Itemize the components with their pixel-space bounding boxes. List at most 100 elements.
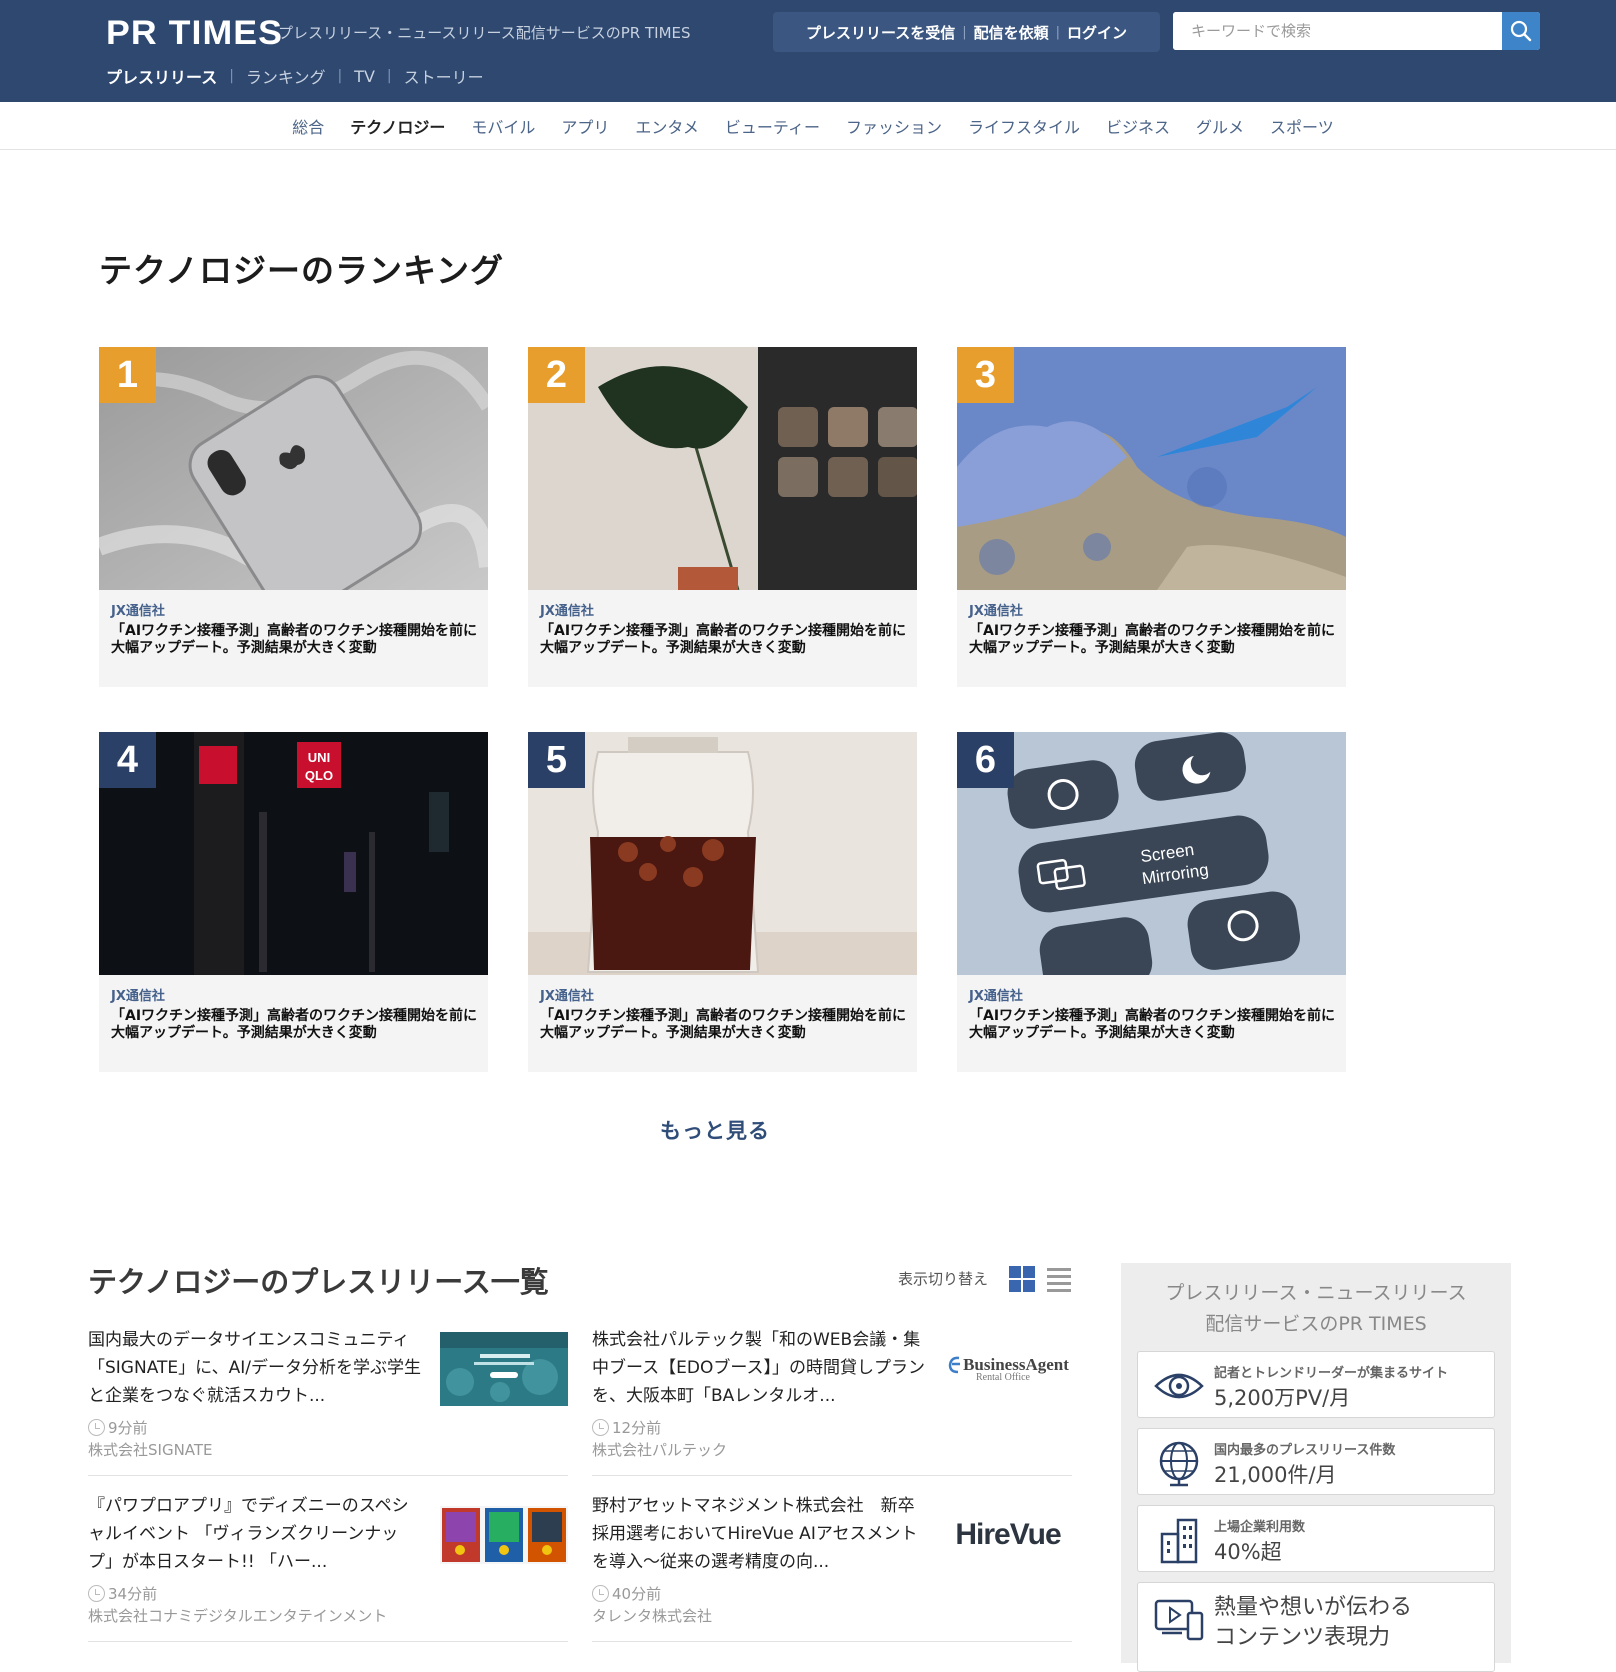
release-thumbnail[interactable]: BusinessAgent Rental Office: [944, 1332, 1072, 1406]
category-tab[interactable]: モバイル: [471, 114, 535, 138]
grid-view-icon[interactable]: [1008, 1265, 1036, 1293]
card-company[interactable]: JX通信社: [540, 985, 594, 1004]
release-thumbnail[interactable]: [440, 1498, 568, 1572]
release-company[interactable]: 株式会社コナミデジタルエンタテインメント: [88, 1605, 387, 1626]
card-title[interactable]: 「AIワクチン接種予測」高齢者のワクチン接種開始を前に大幅アップデート。予測結果…: [111, 623, 483, 657]
release-company[interactable]: タレンタ株式会社: [592, 1605, 712, 1626]
stat-label: 国内最多のプレスリリース件数: [1214, 1443, 1396, 1458]
ranking-card[interactable]: 1 JX通信社 「AIワクチン接種予測」高齢者のワクチン接種開始を前に大幅アップ…: [99, 347, 488, 687]
clock-icon: [88, 1419, 105, 1436]
stat-label: 上場企業利用数: [1214, 1520, 1306, 1535]
subnav-story[interactable]: ストーリー: [392, 64, 496, 88]
card-thumbnail: [528, 732, 917, 975]
release-title[interactable]: 『パワプロアプリ』でディズニーのスペシャルイベント 「ヴィランズクリーンナップ」…: [88, 1492, 423, 1576]
rank-badge: 4: [99, 732, 156, 788]
ranking-card[interactable]: 2 JX通信社 「AIワクチン接種予測」高齢者のワクチン接種開始を前に大幅アップ…: [528, 347, 917, 687]
category-nav: 総合 テクノロジー モバイル アプリ エンタメ ビューティー ファッション ライフスタイル ビジ…: [0, 102, 1616, 150]
card-title[interactable]: 「AIワクチン接種予測」高齢者のワクチン接種開始を前に大幅アップデート。予測結果…: [969, 623, 1341, 657]
release-title[interactable]: 野村アセットマネジメント株式会社 新卒採用選考においてHireVue AIアセス…: [592, 1492, 927, 1576]
release-item[interactable]: 国内最大のデータサイエンスコミュニティ「SIGNATE」に、AI/データ分析を学…: [88, 1326, 568, 1476]
rank-badge: 5: [528, 732, 585, 788]
card-title[interactable]: 「AIワクチン接種予測」高齢者のワクチン接種開始を前に大幅アップデート。予測結果…: [540, 623, 912, 657]
category-tab[interactable]: ビジネス: [1106, 114, 1170, 138]
sidebar-promo: プレスリリース・ニュースリリース 配信サービスのPR TIMES 記者とトレンド…: [1121, 1263, 1511, 1672]
stat-card[interactable]: 国内最多のプレスリリース件数 21,000件/月: [1137, 1428, 1495, 1495]
stat-value: 21,000件/月: [1214, 1463, 1337, 1487]
release-item[interactable]: 『パワプロアプリ』でディズニーのスペシャルイベント 「ヴィランズクリーンナップ」…: [88, 1492, 568, 1642]
stat-card[interactable]: 熱量や想いが伝わる コンテンツ表現力: [1137, 1582, 1495, 1672]
ranking-card[interactable]: 3 JX通信社 「AIワクチン接種予測」高齢者のワクチン接種開始を前に大幅アップ…: [957, 347, 1346, 687]
release-time: 9分前: [88, 1417, 148, 1438]
stat-card[interactable]: 上場企業利用数 40%超: [1137, 1505, 1495, 1572]
release-time: 34分前: [88, 1583, 157, 1604]
logo[interactable]: PR TIMES: [106, 14, 283, 53]
subnav-press-release[interactable]: プレスリリース: [106, 64, 229, 88]
card-company[interactable]: JX通信社: [969, 600, 1023, 619]
release-time-text: 9分前: [108, 1419, 148, 1437]
card-company[interactable]: JX通信社: [540, 600, 594, 619]
ranking-title: テクノロジーのランキング: [99, 251, 505, 290]
release-item[interactable]: 野村アセットマネジメント株式会社 新卒採用選考においてHireVue AIアセス…: [592, 1492, 1072, 1642]
sidebar-heading: プレスリリース・ニュースリリース 配信サービスのPR TIMES: [1121, 1278, 1511, 1340]
svg-text:UNI: UNI: [308, 750, 330, 765]
globe-icon: [1159, 1441, 1199, 1487]
release-title[interactable]: 国内最大のデータサイエンスコミュニティ「SIGNATE」に、AI/データ分析を学…: [88, 1326, 423, 1410]
clock-icon: [592, 1419, 609, 1436]
card-title[interactable]: 「AIワクチン接種予測」高齢者のワクチン接種開始を前に大幅アップデート。予測結果…: [969, 1008, 1341, 1042]
card-title[interactable]: 「AIワクチン接種予測」高齢者のワクチン接種開始を前に大幅アップデート。予測結果…: [111, 1008, 483, 1042]
release-thumbnail[interactable]: HireVue: [944, 1498, 1072, 1572]
more-link[interactable]: もっと見る: [0, 1115, 1430, 1145]
release-thumbnail[interactable]: [440, 1332, 568, 1406]
card-company[interactable]: JX通信社: [111, 600, 165, 619]
subnav-tv[interactable]: TV: [342, 67, 387, 86]
ranking-card[interactable]: UNI QLO 4 JX通信社 「AIワクチン接種予測」高齢者のワクチン接種開始…: [99, 732, 488, 1072]
category-tab[interactable]: エンタメ: [635, 114, 699, 138]
ranking-card[interactable]: Screen Mirroring 6 JX通信社 「AIワクチン接種予測」高齢者…: [957, 732, 1346, 1072]
release-title[interactable]: 株式会社パルテック製「和のWEB会議・集中ブース【EDOブース】」の時間貸しプラ…: [592, 1326, 927, 1410]
card-thumbnail: [528, 347, 917, 590]
search-icon: [1510, 20, 1532, 42]
release-list-title: テクノロジーのプレスリリース一覧: [88, 1265, 549, 1299]
card-thumbnail: UNI QLO: [99, 732, 488, 975]
release-time: 12分前: [592, 1417, 661, 1438]
card-company[interactable]: JX通信社: [111, 985, 165, 1004]
category-tab[interactable]: ビューティー: [725, 114, 820, 138]
search-input[interactable]: [1173, 12, 1501, 50]
receive-releases-link[interactable]: プレスリリースを受信: [806, 22, 955, 43]
card-thumbnail: [99, 347, 488, 590]
card-company[interactable]: JX通信社: [969, 985, 1023, 1004]
category-tab[interactable]: ファッション: [846, 114, 942, 138]
stat-headline: 熱量や想いが伝わる コンテンツ表現力: [1214, 1593, 1412, 1653]
divider: |: [962, 24, 967, 40]
stat-card[interactable]: 記者とトレンドリーダーが集まるサイト 5,200万PV/月: [1137, 1351, 1495, 1418]
release-time-text: 12分前: [612, 1419, 662, 1437]
request-distribution-link[interactable]: 配信を依頼: [974, 22, 1049, 43]
rank-badge: 6: [957, 732, 1014, 788]
category-tab[interactable]: 総合: [292, 114, 324, 138]
category-tab[interactable]: アプリ: [561, 114, 609, 138]
category-tab[interactable]: グルメ: [1196, 114, 1244, 138]
card-title[interactable]: 「AIワクチン接種予測」高齢者のワクチン接種開始を前に大幅アップデート。予測結果…: [540, 1008, 912, 1042]
login-link[interactable]: ログイン: [1067, 22, 1127, 43]
category-tab[interactable]: テクノロジー: [350, 114, 445, 138]
stat-headline-line2: コンテンツ表現力: [1214, 1625, 1391, 1650]
release-time: 40分前: [592, 1583, 661, 1604]
list-view-icon[interactable]: [1045, 1265, 1073, 1293]
ranking-card[interactable]: 5 JX通信社 「AIワクチン接種予測」高齢者のワクチン接種開始を前に大幅アップ…: [528, 732, 917, 1072]
sidebar-heading-line2: 配信サービスのPR TIMES: [1205, 1313, 1427, 1335]
rank-badge: 2: [528, 347, 585, 403]
release-time-text: 34分前: [108, 1585, 158, 1603]
stat-value: 5,200万PV/月: [1214, 1386, 1351, 1410]
release-item[interactable]: 株式会社パルテック製「和のWEB会議・集中ブース【EDOブース】」の時間貸しプラ…: [592, 1326, 1072, 1476]
category-tab[interactable]: スポーツ: [1270, 114, 1334, 138]
stat-headline-line1: 熱量や想いが伝わる: [1214, 1595, 1413, 1620]
release-company[interactable]: 株式会社パルテック: [592, 1439, 727, 1460]
search-button[interactable]: [1502, 12, 1540, 50]
clock-icon: [592, 1585, 609, 1602]
business-agent-logo-icon: [948, 1356, 961, 1374]
thumb-brand-text: HireVue: [955, 1518, 1061, 1551]
release-company[interactable]: 株式会社SIGNATE: [88, 1439, 213, 1460]
subnav-ranking[interactable]: ランキング: [234, 64, 338, 88]
card-thumbnail: Screen Mirroring: [957, 732, 1346, 975]
category-tab[interactable]: ライフスタイル: [968, 114, 1080, 138]
